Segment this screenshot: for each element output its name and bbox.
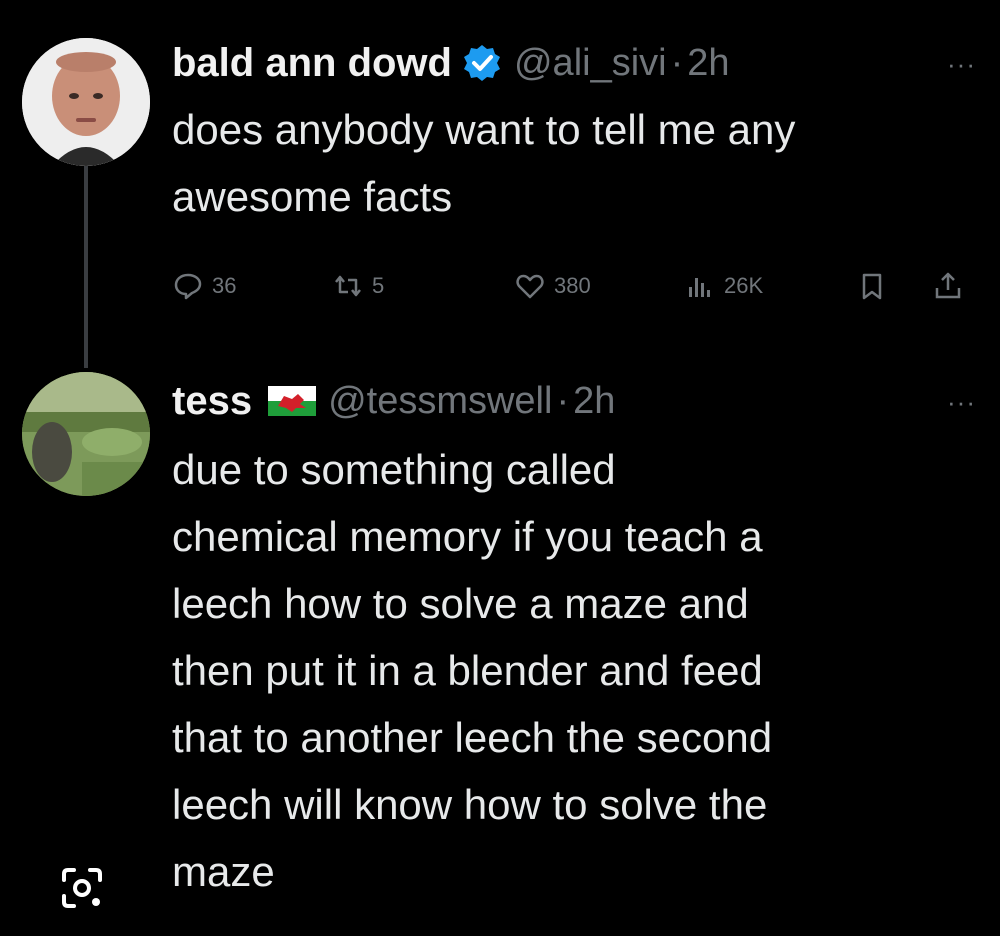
tweet-text: due to something called chemical memory … (172, 436, 976, 905)
separator-dot: · (556, 379, 570, 422)
verified-badge-icon (463, 45, 500, 81)
repost-icon (335, 275, 361, 297)
repost-button[interactable]: 5 (332, 262, 384, 310)
user-handle[interactable]: @ali_sivi (514, 42, 667, 85)
display-name[interactable]: bald ann dowd (172, 41, 452, 86)
tweet-text-line: chemical memory if you teach a (172, 513, 763, 560)
tweet-header: bald ann dowd @ali_sivi · 2h (172, 32, 976, 94)
avatar-tess[interactable] (22, 372, 150, 496)
like-button[interactable]: 380 (514, 262, 591, 310)
user-handle[interactable]: @tessmswell (328, 380, 552, 423)
share-button[interactable] (932, 262, 964, 310)
tweet-text-line: leech will know how to solve the (172, 781, 768, 828)
tweet-text-line: maze (172, 848, 275, 895)
like-count: 380 (554, 273, 591, 298)
reply-count: 36 (212, 273, 237, 298)
tweet-text-line: leech how to solve a maze and (172, 580, 749, 627)
tweet-text-line: awesome facts (172, 173, 453, 220)
tweet-text: does anybody want to tell me any awesome… (172, 96, 976, 230)
tweet-text-line: that to another leech the second (172, 714, 773, 761)
reply-button[interactable]: 36 (172, 262, 236, 310)
tweet-text-line: does anybody want to tell me any (172, 106, 796, 153)
more-options-button[interactable]: ··· (947, 389, 976, 415)
tweet-header: tess @tessmswell · 2h (172, 370, 976, 432)
share-icon (935, 272, 961, 299)
avatar-bald-ann-dowd[interactable] (22, 38, 150, 166)
tweet-1[interactable]: bald ann dowd @ali_sivi · 2h ··· does an… (172, 32, 976, 230)
wales-flag-icon (268, 386, 317, 416)
like-icon (516, 274, 544, 299)
lens-icon[interactable] (60, 866, 104, 910)
tweet-text-line: due to something called (172, 446, 616, 493)
bookmark-icon (862, 273, 882, 300)
reply-icon (174, 273, 202, 300)
timestamp[interactable]: 2h (687, 42, 729, 85)
repost-count: 5 (372, 273, 385, 298)
tweet-action-bar: 36 5 380 26K (172, 262, 980, 310)
views-count: 26K (724, 273, 764, 298)
more-options-button[interactable]: ··· (947, 51, 976, 77)
display-name[interactable]: tess (172, 379, 252, 424)
thread-connector-line (84, 160, 88, 368)
views-icon (689, 278, 710, 297)
views-button[interactable]: 26K (684, 262, 763, 310)
tweet-text-line: then put it in a blender and feed (172, 647, 763, 694)
separator-dot: · (670, 41, 684, 84)
tweet-2[interactable]: tess @tessmswell · 2h ··· due to somethi… (172, 370, 976, 905)
bookmark-button[interactable] (856, 262, 888, 310)
timestamp[interactable]: 2h (573, 380, 615, 423)
